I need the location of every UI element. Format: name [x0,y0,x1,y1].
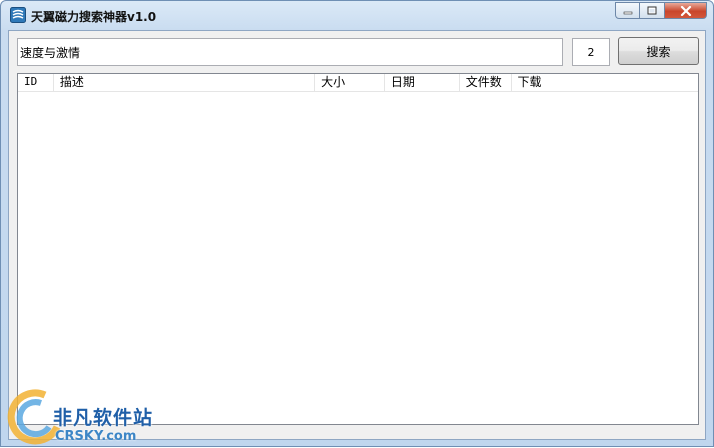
close-button[interactable] [665,2,707,19]
title-bar[interactable]: 天翼磁力搜索神器v1.0 [1,1,713,31]
column-header-size[interactable]: 大小 [315,74,385,91]
result-count-input[interactable] [572,38,610,66]
window-controls [615,2,707,20]
column-header-description[interactable]: 描述 [54,74,316,91]
column-header-id[interactable]: ID [18,74,54,91]
column-header-date[interactable]: 日期 [385,74,460,91]
results-header: ID 描述 大小 日期 文件数 下载 [18,74,698,92]
watermark-site: CRSKY.com [55,429,137,444]
watermark-text: 非凡软件站 [53,407,154,429]
column-header-file-count[interactable]: 文件数 [460,74,512,91]
window-title: 天翼磁力搜索神器v1.0 [31,10,157,24]
app-logo-icon [10,7,26,23]
search-button[interactable]: 搜索 [618,37,699,65]
column-header-download[interactable]: 下载 [512,74,698,91]
site-watermark: 非凡软件站 CRSKY.com [1,385,163,448]
minimize-icon [623,11,632,14]
maximize-button[interactable] [640,2,665,19]
search-input[interactable] [17,38,563,66]
app-window: 天翼磁力搜索神器v1.0 搜索 ID 描述 大小 日期 文件数 下载 [0,0,714,447]
maximize-icon [647,6,657,15]
minimize-button[interactable] [615,2,640,19]
results-list[interactable]: ID 描述 大小 日期 文件数 下载 [17,73,699,425]
close-icon [680,5,691,16]
main-panel: 搜索 ID 描述 大小 日期 文件数 下载 [8,30,706,440]
